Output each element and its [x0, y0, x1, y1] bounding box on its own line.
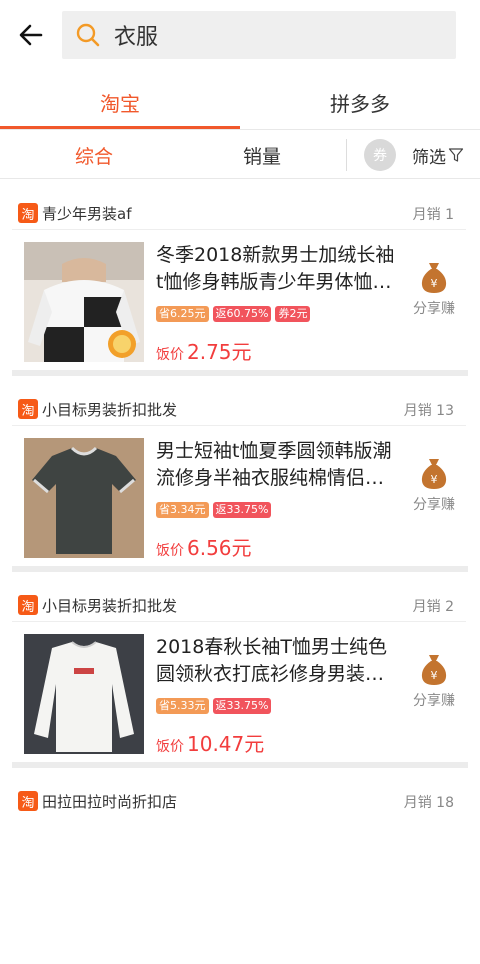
tab-taobao[interactable]: 淘宝	[0, 74, 240, 130]
taobao-shop-icon: 淘	[18, 791, 38, 811]
share-earn-button[interactable]: ¥ 分享赚	[406, 652, 462, 722]
coupon-filter-toggle[interactable]: 券	[364, 139, 396, 171]
search-input[interactable]: 衣服	[62, 11, 456, 59]
divider	[12, 621, 466, 622]
save-tag: 省3.34元	[156, 502, 209, 518]
shop-row[interactable]: 淘 田拉田拉时尚折扣店 月销 18	[18, 788, 464, 814]
sort-sales[interactable]: 销量	[192, 131, 332, 179]
funnel-icon	[448, 148, 464, 162]
product-image[interactable]	[24, 242, 144, 362]
share-earn-button[interactable]: ¥ 分享赚	[406, 260, 462, 330]
product-image[interactable]	[24, 438, 144, 558]
taobao-shop-icon: 淘	[18, 203, 38, 223]
price-value: 2.75元	[187, 340, 252, 364]
product-card[interactable]: 淘 田拉田拉时尚折扣店 月销 18	[0, 768, 480, 964]
divider	[12, 425, 466, 426]
rebate-tag: 返33.75%	[212, 698, 272, 714]
product-title[interactable]: 冬季2018新款男士加绒长袖t恤修身韩版青少年男体恤…	[156, 242, 400, 296]
share-earn-label: 分享赚	[413, 693, 455, 709]
tab-pinduoduo[interactable]: 拼多多	[240, 74, 480, 130]
money-symbol: ¥	[431, 277, 438, 290]
price-label: 饭价	[156, 739, 184, 755]
rebate-tag: 返33.75%	[212, 502, 272, 518]
monthly-sales: 月销 18	[403, 795, 454, 811]
share-earn-label: 分享赚	[413, 301, 455, 317]
product-image[interactable]	[24, 634, 144, 754]
monthly-sales: 月销 2	[412, 599, 454, 615]
price: 饭价 2.75元	[156, 336, 252, 365]
product-list: 淘 青少年男装af 月销 1 冬季2018新款男士加绒长袖t恤修身韩版青少年男体…	[0, 180, 480, 964]
platform-tabs: 淘宝 拼多多	[0, 74, 480, 130]
back-button[interactable]	[14, 20, 48, 50]
sort-divider	[346, 139, 347, 171]
product-title[interactable]: 男士短袖t恤夏季圆领韩版潮流修身半袖衣服纯棉情侣体…	[156, 438, 400, 492]
taobao-shop-icon: 淘	[18, 399, 38, 419]
sort-comprehensive[interactable]: 综合	[24, 131, 164, 179]
search-icon	[66, 11, 110, 59]
tag-row: 省3.34元 返33.75%	[156, 502, 272, 518]
money-bag-icon: ¥	[421, 263, 447, 293]
taobao-shop-icon: 淘	[18, 595, 38, 615]
price-value: 10.47元	[187, 732, 265, 756]
money-bag-icon: ¥	[421, 655, 447, 685]
monthly-sales: 月销 1	[412, 207, 454, 223]
tag-row: 省6.25元 返60.75% 券2元	[156, 306, 311, 322]
rebate-tag: 返60.75%	[212, 306, 272, 322]
money-symbol: ¥	[431, 669, 438, 682]
shop-name: 青少年男装af	[42, 205, 132, 223]
price-label: 饭价	[156, 347, 184, 363]
product-card[interactable]: 淘 青少年男装af 月销 1 冬季2018新款男士加绒长袖t恤修身韩版青少年男体…	[0, 180, 480, 376]
active-tab-indicator	[0, 126, 240, 129]
coupon-tag: 券2元	[275, 306, 311, 322]
tag-row: 省5.33元 返33.75%	[156, 698, 272, 714]
share-earn-button[interactable]: ¥ 分享赚	[406, 456, 462, 526]
product-card[interactable]: 淘 小目标男装折扣批发 月销 13 男士短袖t恤夏季圆领韩版潮流修身半袖衣服纯棉…	[0, 376, 480, 572]
shop-name: 小目标男装折扣批发	[42, 401, 178, 419]
shop-name: 小目标男装折扣批发	[42, 597, 178, 615]
product-title[interactable]: 2018春秋长袖T恤男士纯色圆领秋衣打底衫修身男装体…	[156, 634, 400, 688]
price-value: 6.56元	[187, 536, 252, 560]
filter-button[interactable]: 筛选	[412, 131, 464, 179]
share-earn-label: 分享赚	[413, 497, 455, 513]
monthly-sales: 月销 13	[403, 403, 454, 419]
filter-label: 筛选	[412, 147, 446, 168]
money-bag-icon: ¥	[421, 459, 447, 489]
save-tag: 省5.33元	[156, 698, 209, 714]
price: 饭价 10.47元	[156, 728, 264, 757]
shop-row[interactable]: 淘 青少年男装af 月销 1	[18, 200, 464, 226]
price-label: 饭价	[156, 543, 184, 559]
arrow-left-icon	[19, 24, 43, 46]
product-card[interactable]: 淘 小目标男装折扣批发 月销 2 2018春秋长袖T恤男士纯色圆领秋衣打底衫修身…	[0, 572, 480, 768]
save-tag: 省6.25元	[156, 306, 209, 322]
divider	[12, 229, 466, 230]
price: 饭价 6.56元	[156, 532, 252, 561]
search-query-text: 衣服	[114, 25, 159, 50]
money-symbol: ¥	[431, 473, 438, 486]
top-bar: 衣服	[0, 0, 480, 70]
shop-row[interactable]: 淘 小目标男装折扣批发 月销 13	[18, 396, 464, 422]
shop-row[interactable]: 淘 小目标男装折扣批发 月销 2	[18, 592, 464, 618]
shop-name: 田拉田拉时尚折扣店	[42, 793, 178, 811]
sort-bar: 综合 销量 券 筛选	[0, 131, 480, 179]
